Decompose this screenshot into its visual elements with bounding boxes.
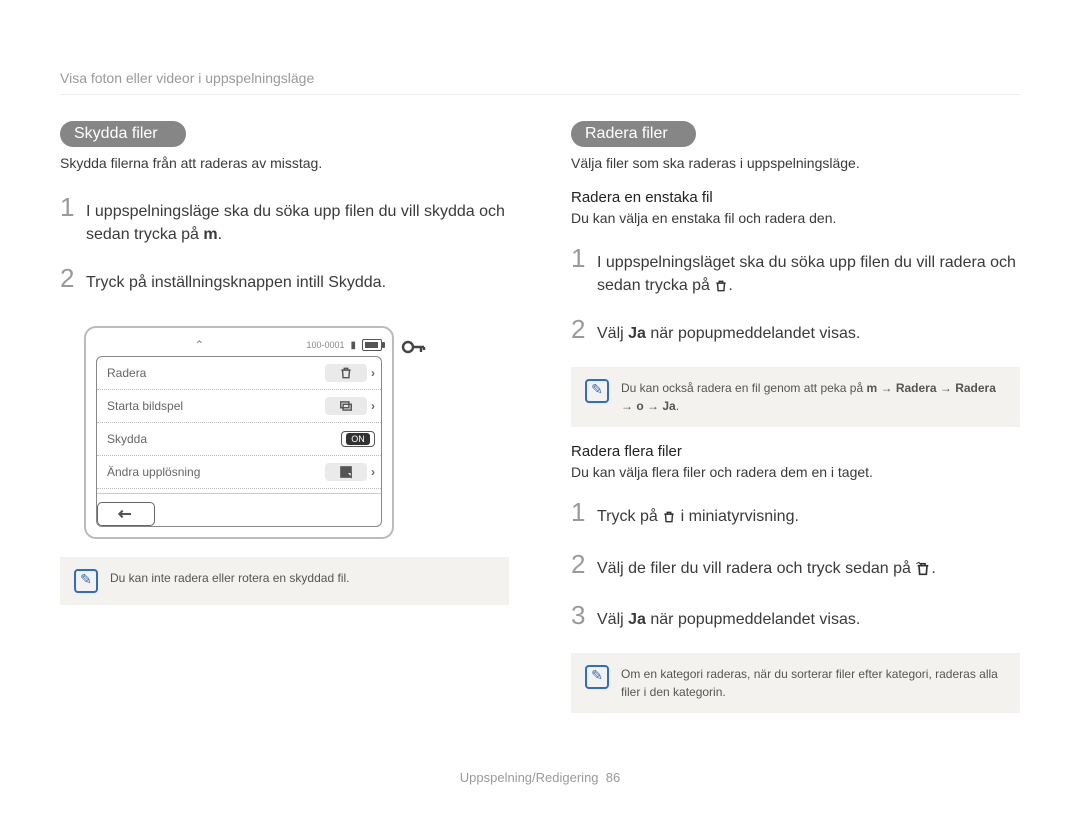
- step: 1 I uppspelningsläge ska du söka upp ﬁle…: [60, 189, 509, 246]
- note-delete-single: ✎ Du kan också radera en ﬁl genom att pe…: [571, 367, 1020, 427]
- note-text: Om en kategori raderas, när du sorterar …: [621, 665, 1006, 701]
- step-number: 2: [571, 546, 597, 584]
- two-column-layout: Skydda ﬁler Skydda ﬁlerna från att rader…: [60, 121, 1020, 713]
- manual-page: Visa foton eller videor i uppspelningslä…: [0, 0, 1080, 815]
- chevron-right-icon: ›: [371, 366, 375, 380]
- note-protect: ✎ Du kan inte radera eller rotera en sky…: [60, 557, 509, 605]
- info-icon: ✎: [585, 379, 609, 403]
- step-number: 2: [60, 260, 86, 298]
- delete-multi-heading: Radera ﬂera ﬁler: [571, 443, 1020, 460]
- page-footer: Uppspelning/Redigering 86: [0, 770, 1080, 785]
- footer-section: Uppspelning/Redigering: [460, 770, 599, 785]
- menu-row-resize[interactable]: Ändra upplösning ›: [97, 456, 381, 489]
- trash-icon: [325, 364, 367, 382]
- on-label: ON: [346, 433, 370, 445]
- menu-row-slideshow[interactable]: Starta bildspel ›: [97, 390, 381, 423]
- settings-panel: Radera › Starta bildspel › S: [96, 356, 382, 527]
- step-number: 1: [60, 189, 86, 227]
- menu-row-protect[interactable]: Skydda ON: [97, 423, 381, 456]
- device-status-bar: ⌃ 100-0001 ▮: [96, 338, 382, 352]
- note-delete-multi: ✎ Om en kategori raderas, när du sortera…: [571, 653, 1020, 713]
- step-text: Tryck på i miniatyrvisning.: [597, 505, 799, 528]
- section-heading-protect: Skydda ﬁler: [60, 121, 186, 147]
- step-number: 1: [571, 494, 597, 532]
- step-text: Tryck på inställningsknappen intill Skyd…: [86, 271, 386, 294]
- delete-single-heading: Radera en enstaka ﬁl: [571, 189, 1020, 206]
- step-number: 2: [571, 311, 597, 349]
- trash-icon: [662, 510, 676, 524]
- step: 3 Välj Ja när popupmeddelandet visas.: [571, 597, 1020, 635]
- sd-card-icon: ▮: [350, 340, 356, 351]
- trash-icon: [714, 279, 728, 293]
- step-text: Välj Ja när popupmeddelandet visas.: [597, 322, 860, 345]
- info-icon: ✎: [74, 569, 98, 593]
- delete-intro: Välja ﬁler som ska raderas i uppspelning…: [571, 155, 1020, 171]
- step: 1 I uppspelningsläget ska du söka upp ﬁl…: [571, 240, 1020, 297]
- device-bottom-bar: [97, 493, 381, 526]
- delete-single-desc: Du kan välja en enstaka ﬁl och radera de…: [571, 210, 1020, 226]
- step-number: 3: [571, 597, 597, 635]
- step: 2 Tryck på inställningsknappen intill Sk…: [60, 260, 509, 298]
- resize-icon: [325, 463, 367, 481]
- back-button[interactable]: [97, 502, 155, 526]
- step-text: Välj de ﬁler du vill radera och tryck se…: [597, 557, 936, 580]
- step-text: Välj Ja när popupmeddelandet visas.: [597, 608, 860, 631]
- info-icon: ✎: [585, 665, 609, 689]
- protect-steps: 1 I uppspelningsläge ska du söka upp ﬁle…: [60, 189, 509, 298]
- delete-single-steps: 1 I uppspelningsläget ska du söka upp ﬁl…: [571, 240, 1020, 349]
- trash-icon: [915, 561, 931, 577]
- delete-multi-desc: Du kan välja ﬂera ﬁler och radera dem en…: [571, 464, 1020, 480]
- image-counter: 100-0001: [306, 340, 344, 350]
- step-text: I uppspelningsläget ska du söka upp ﬁlen…: [597, 251, 1020, 297]
- note-text: Du kan också radera en ﬁl genom att peka…: [621, 379, 1006, 415]
- step: 1 Tryck på i miniatyrvisning.: [571, 494, 1020, 532]
- key-icon: [400, 334, 426, 364]
- left-column: Skydda ﬁler Skydda ﬁlerna från att rader…: [60, 121, 509, 713]
- step-text: I uppspelningsläge ska du söka upp ﬁlen …: [86, 200, 509, 246]
- step: 2 Välj Ja när popupmeddelandet visas.: [571, 311, 1020, 349]
- camera-screen-mock: ⌃ 100-0001 ▮ Radera › Starta: [84, 326, 394, 539]
- step: 2 Välj de ﬁler du vill radera och tryck …: [571, 546, 1020, 584]
- toggle-on[interactable]: ON: [341, 431, 375, 447]
- step-number: 1: [571, 240, 597, 278]
- menu-row-delete[interactable]: Radera ›: [97, 357, 381, 390]
- battery-icon: [362, 339, 382, 351]
- protect-intro: Skydda ﬁlerna från att raderas av missta…: [60, 155, 509, 171]
- chevron-right-icon: ›: [371, 465, 375, 479]
- footer-page: 86: [606, 770, 620, 785]
- delete-multi-steps: 1 Tryck på i miniatyrvisning. 2 Välj de …: [571, 494, 1020, 635]
- slideshow-icon: [325, 397, 367, 415]
- chevron-right-icon: ›: [371, 399, 375, 413]
- breadcrumb: Visa foton eller videor i uppspelningslä…: [60, 70, 1020, 95]
- up-arrow-icon: ⌃: [96, 338, 302, 352]
- note-text: Du kan inte radera eller rotera en skydd…: [110, 569, 349, 587]
- right-column: Radera ﬁler Välja ﬁler som ska raderas i…: [571, 121, 1020, 713]
- section-heading-delete: Radera ﬁler: [571, 121, 696, 147]
- menu-glyph: m: [203, 226, 217, 243]
